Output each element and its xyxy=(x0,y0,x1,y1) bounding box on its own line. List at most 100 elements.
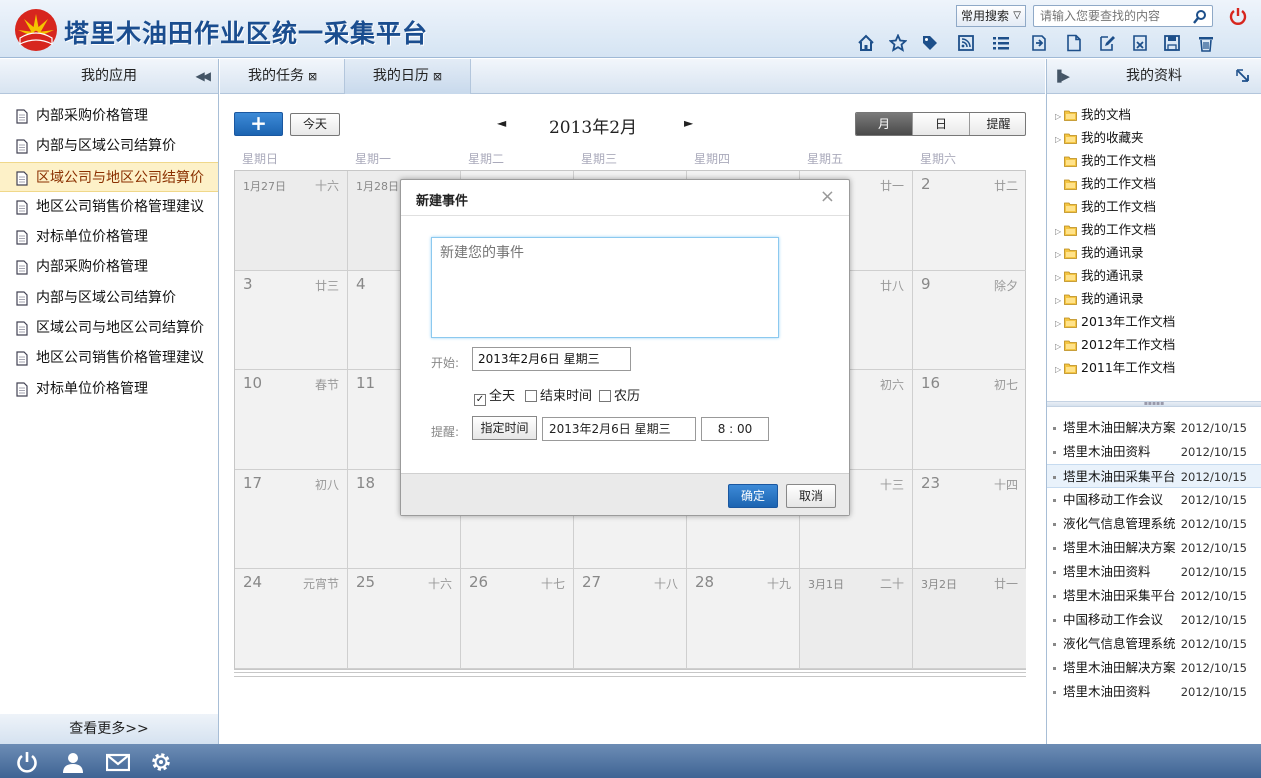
calendar-day-cell[interactable]: 2 廿二 xyxy=(913,171,1026,271)
edit-icon[interactable] xyxy=(1098,34,1116,52)
user-icon[interactable] xyxy=(61,750,85,774)
star-icon[interactable] xyxy=(889,34,907,52)
calendar-day-cell[interactable]: 23 十四 xyxy=(913,470,1026,570)
expand-arrow-icon[interactable]: ▷ xyxy=(1055,105,1064,128)
day-view-button[interactable]: 日 xyxy=(913,113,970,135)
save-icon[interactable] xyxy=(1163,34,1181,52)
app-list-item[interactable]: 内部采购价格管理 xyxy=(0,101,218,131)
tab-my-tasks[interactable]: 我的任务 ⊠ xyxy=(232,59,333,94)
add-event-button[interactable]: + xyxy=(234,112,283,136)
attachment-icon[interactable] xyxy=(1131,34,1149,52)
lunar-checkbox[interactable]: 农历 xyxy=(599,385,640,404)
news-list-item[interactable]: 中国移动工作会议 2012/10/15 xyxy=(1047,608,1261,632)
news-list-item[interactable]: 塔里木油田采集平台 2012/10/15 xyxy=(1047,584,1261,608)
gear-icon[interactable] xyxy=(149,750,173,774)
tree-folder-item[interactable]: ▷ 我的通讯录 xyxy=(1055,241,1144,264)
cancel-button[interactable]: 取消 xyxy=(786,484,836,508)
rss-icon[interactable] xyxy=(957,34,975,52)
export-icon[interactable] xyxy=(1030,34,1048,52)
tree-folder-item[interactable]: 我的工作文档 xyxy=(1055,172,1156,195)
power-icon[interactable] xyxy=(15,750,39,774)
tree-folder-item[interactable]: 我的工作文档 xyxy=(1055,149,1156,172)
news-list-item[interactable]: 塔里木油田资料 2012/10/15 xyxy=(1047,560,1261,584)
tree-folder-item[interactable]: ▷ 我的工作文档 xyxy=(1055,218,1156,241)
app-list-item[interactable]: 内部与区域公司结算价 xyxy=(0,283,218,313)
document-icon[interactable] xyxy=(1065,34,1083,52)
news-list-item[interactable]: 塔里木油田解决方案 2012/10/15 xyxy=(1047,536,1261,560)
next-month-icon[interactable]: ► xyxy=(684,116,693,130)
news-list-item[interactable]: 塔里木油田资料 2012/10/15 xyxy=(1047,440,1261,464)
calendar-day-cell[interactable]: 9 除夕 xyxy=(913,271,1026,371)
app-list-item[interactable]: 区域公司与地区公司结算价 xyxy=(0,313,218,343)
expand-arrow-icon[interactable]: ▷ xyxy=(1055,220,1064,243)
calendar-day-cell[interactable]: 1月27日 十六 xyxy=(235,171,348,271)
tree-folder-item[interactable]: ▷ 我的收藏夹 xyxy=(1055,126,1144,149)
calendar-day-cell[interactable]: 3月2日 廿一 xyxy=(913,569,1026,669)
remind-time-input[interactable]: 8 : 00 xyxy=(701,417,769,441)
news-list-item[interactable]: 中国移动工作会议 2012/10/15 xyxy=(1047,488,1261,512)
end-time-checkbox[interactable]: 结束时间 xyxy=(525,385,592,404)
expand-arrow-icon[interactable]: ▷ xyxy=(1055,335,1064,358)
app-list-item[interactable]: 内部采购价格管理 xyxy=(0,252,218,282)
remind-type-button[interactable]: 指定时间 xyxy=(472,416,537,440)
start-date-input[interactable]: 2013年2月6日 星期三 xyxy=(472,347,631,371)
calendar-day-cell[interactable]: 26 十七 xyxy=(461,569,574,669)
app-list-item[interactable]: 地区公司销售价格管理建议 xyxy=(0,343,218,373)
tree-folder-item[interactable]: 我的工作文档 xyxy=(1055,195,1156,218)
all-day-checkbox[interactable]: ✓ 全天 xyxy=(474,385,515,406)
expand-arrow-icon[interactable]: ▷ xyxy=(1055,289,1064,312)
power-icon[interactable] xyxy=(1228,6,1248,26)
calendar-day-cell[interactable]: 24 元宵节 xyxy=(235,569,348,669)
collapse-right-icon[interactable]: ▐▶ xyxy=(1053,59,1070,94)
expand-arrow-icon[interactable]: ▷ xyxy=(1055,266,1064,289)
news-list-item[interactable]: 液化气信息管理系统 2012/10/15 xyxy=(1047,632,1261,656)
tree-folder-item[interactable]: ▷ 2011年工作文档 xyxy=(1055,356,1175,379)
tree-folder-item[interactable]: ▷ 2013年工作文档 xyxy=(1055,310,1175,333)
close-tab-icon[interactable]: ⊠ xyxy=(308,70,317,83)
home-icon[interactable] xyxy=(857,34,875,52)
app-list-item[interactable]: 对标单位价格管理 xyxy=(0,222,218,252)
news-list-item[interactable]: 塔里木油田资料 2012/10/15 xyxy=(1047,680,1261,704)
expand-arrow-icon[interactable]: ▷ xyxy=(1055,128,1064,151)
search-input[interactable] xyxy=(1034,6,1188,26)
app-list-item[interactable]: 内部与区域公司结算价 xyxy=(0,131,218,161)
search-icon[interactable] xyxy=(1192,9,1208,25)
refresh-icon[interactable] xyxy=(1235,68,1251,84)
mail-icon[interactable] xyxy=(106,750,130,774)
calendar-day-cell[interactable]: 10 春节 xyxy=(235,370,348,470)
news-list-item[interactable]: 塔里木油田解决方案 2012/10/15 xyxy=(1047,416,1261,440)
view-more-link[interactable]: 查看更多>> xyxy=(0,714,218,744)
calendar-day-cell[interactable]: 16 初七 xyxy=(913,370,1026,470)
month-view-button[interactable]: 月 xyxy=(856,113,913,135)
close-icon[interactable]: × xyxy=(820,186,835,207)
tag-icon[interactable] xyxy=(921,34,939,52)
calendar-day-cell[interactable]: 28 十九 xyxy=(687,569,800,669)
event-text-input[interactable] xyxy=(431,237,779,338)
trash-icon[interactable] xyxy=(1197,34,1215,52)
remind-date-input[interactable]: 2013年2月6日 星期三 xyxy=(542,417,696,441)
prev-month-icon[interactable]: ◄ xyxy=(497,116,506,130)
calendar-day-cell[interactable]: 3 廿三 xyxy=(235,270,348,371)
news-list-item[interactable]: 液化气信息管理系统 2012/10/15 xyxy=(1047,512,1261,536)
calendar-day-cell[interactable]: 3月1日 二十 xyxy=(800,569,913,669)
tree-folder-item[interactable]: ▷ 2012年工作文档 xyxy=(1055,333,1175,356)
list-icon[interactable] xyxy=(992,34,1010,52)
calendar-day-cell[interactable]: 17 初八 xyxy=(235,469,348,570)
expand-arrow-icon[interactable]: ▷ xyxy=(1055,312,1064,335)
news-list-item[interactable]: 塔里木油田解决方案 2012/10/15 xyxy=(1047,656,1261,680)
app-list-item[interactable]: 区域公司与地区公司结算价 xyxy=(0,161,218,192)
today-button[interactable]: 今天 xyxy=(290,113,340,136)
app-list-item[interactable]: 地区公司销售价格管理建议 xyxy=(0,192,218,222)
tree-folder-item[interactable]: ▷ 我的通讯录 xyxy=(1055,264,1144,287)
tree-folder-item[interactable]: ▷ 我的通讯录 xyxy=(1055,287,1144,310)
search-scope-dropdown[interactable]: 常用搜索 ▽ xyxy=(956,5,1026,27)
calendar-day-cell[interactable]: 25 十六 xyxy=(348,569,461,669)
panel-splitter[interactable]: ▪▪▪▪▪ xyxy=(1047,401,1261,407)
app-list-item[interactable]: 对标单位价格管理 xyxy=(0,374,218,404)
collapse-left-icon[interactable]: ◀◀ xyxy=(196,59,212,94)
expand-arrow-icon[interactable]: ▷ xyxy=(1055,358,1064,381)
news-list-item[interactable]: 塔里木油田采集平台 2012/10/15 xyxy=(1047,464,1261,488)
close-tab-icon[interactable]: ⊠ xyxy=(433,70,442,83)
tab-my-calendar[interactable]: 我的日历 ⊠ xyxy=(344,59,471,94)
confirm-button[interactable]: 确定 xyxy=(728,484,778,508)
